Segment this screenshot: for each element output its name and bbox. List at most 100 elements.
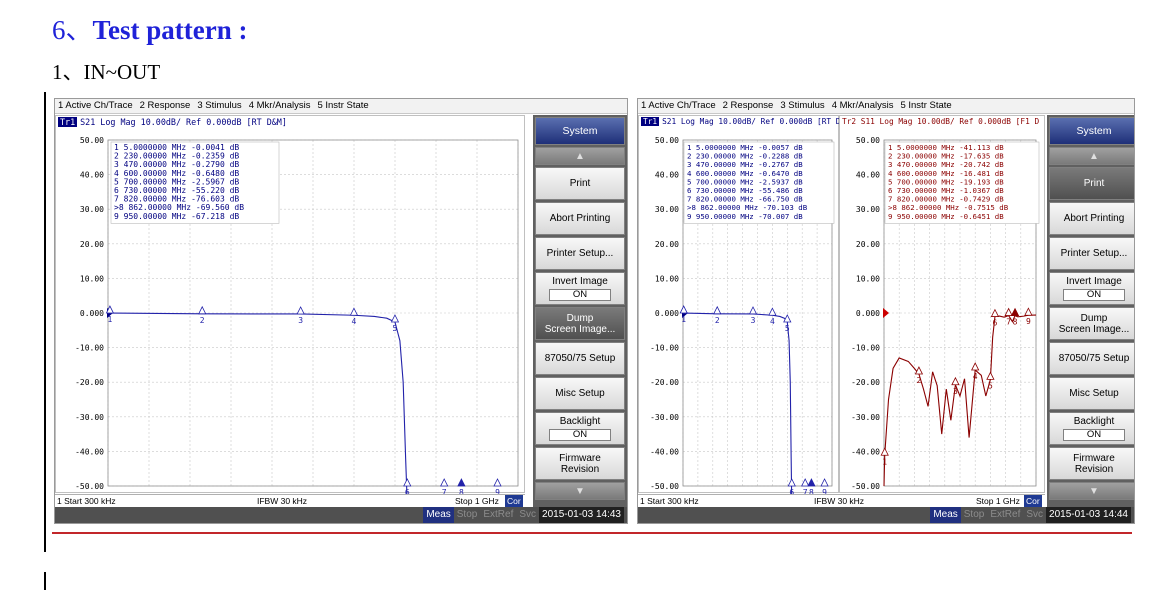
softkey-scroll-down[interactable]: ▼ (535, 482, 625, 500)
dump-label-2: Screen Image... (1058, 323, 1130, 335)
down-arrow-icon: ▼ (1089, 485, 1099, 497)
marker-label-5: 5 (785, 324, 790, 333)
y-tick-label: -50.00 (75, 482, 104, 491)
y-tick-label: 0.000 (856, 309, 880, 318)
s21-chart-left: 50.00 40.00 30.00 20.00 10.00 0.000 -10.00 -20.… (75, 136, 519, 494)
menu-mkr-analysis[interactable]: 4 Mkr/Analysis (249, 100, 311, 111)
firmware-label-1: Firmware (559, 452, 601, 464)
marker-7 (1004, 307, 1013, 316)
softkey-87050-setup[interactable]: 87050/75 Setup (1049, 342, 1134, 375)
extref-indicator: ExtRef (483, 509, 514, 520)
status-bar: 1 Start 300 kHz IFBW 30 kHz Stop 1 GHz C… (55, 494, 525, 507)
marker-7 (801, 478, 810, 487)
marker-3 (951, 376, 960, 386)
dump-label-1: Dump (566, 312, 594, 324)
start-freq[interactable]: 1 Start 300 kHz (640, 495, 699, 507)
y-tick-label: 50.00 (80, 136, 104, 145)
ifbw[interactable]: IFBW 30 kHz (814, 495, 864, 507)
marker-4 (971, 362, 980, 371)
softkey-scroll-up[interactable]: ▲ (1049, 147, 1134, 165)
svc-indicator: Svc (519, 509, 537, 520)
y-tick-label: 50.00 (655, 136, 679, 145)
menu-mkr-analysis[interactable]: 4 Mkr/Analysis (832, 100, 894, 111)
stop-freq[interactable]: Stop 1 GHz (455, 495, 499, 507)
y-tick-label: -30.00 (851, 413, 880, 422)
softkey-abort-printing[interactable]: Abort Printing (535, 202, 625, 235)
softkey-backlight[interactable]: Backlight ON (535, 412, 625, 445)
stop-freq[interactable]: Stop 1 GHz (976, 495, 1020, 507)
softkey-dump-screen[interactable]: Dump Screen Image... (535, 307, 625, 340)
softkey-misc-setup[interactable]: Misc Setup (1049, 377, 1134, 410)
softkey-panel: System ▲ Print Abort Printing Printer Se… (1047, 115, 1134, 507)
marker-9 (1024, 307, 1033, 316)
y-tick-label: -40.00 (75, 447, 104, 456)
invert-image-value: ON (549, 289, 611, 301)
marker-label-4: 4 (770, 317, 775, 326)
y-tick-label: -10.00 (650, 344, 679, 353)
softkey-invert-image[interactable]: Invert Image ON (535, 272, 625, 305)
softkey-87050-setup[interactable]: 87050/75 Setup (535, 342, 625, 375)
start-freq[interactable]: 1 Start 300 kHz (57, 495, 116, 507)
softkey-printer-setup[interactable]: Printer Setup... (1049, 237, 1134, 270)
subsection-heading: 1、IN~OUT (52, 60, 161, 84)
menu-response[interactable]: 2 Response (723, 100, 774, 111)
marker-label-2: 2 (715, 316, 720, 325)
y-tick-label: 30.00 (655, 205, 679, 214)
backlight-value: ON (1063, 429, 1125, 441)
menu-instr-state[interactable]: 5 Instr State (900, 100, 951, 111)
meas-indicator: Meas (423, 507, 454, 523)
left-margin-rule-lower (44, 572, 46, 590)
softkey-invert-image[interactable]: Invert Image ON (1049, 272, 1134, 305)
s11-chart-right: 50.00 40.00 30.00 20.00 10.00 0.000 -10.00 -20.… (851, 136, 1040, 491)
marker-5 (390, 314, 400, 323)
menu-response[interactable]: 2 Response (140, 100, 191, 111)
softkey-dump-screen[interactable]: Dump Screen Image... (1049, 307, 1134, 340)
softkey-scroll-down[interactable]: ▼ (1049, 482, 1134, 500)
y-tick-label: 40.00 (80, 171, 104, 180)
marker-label-3: 3 (953, 387, 958, 396)
dump-label-2: Screen Image... (544, 323, 616, 335)
backlight-label: Backlight (1073, 416, 1115, 427)
section-heading: 6、Test pattern : (52, 8, 248, 47)
marker-4 (768, 307, 777, 316)
vna-screen-left: 1 Active Ch/Trace 2 Response 3 Stimulus 4 M… (54, 98, 628, 524)
marker-8 (807, 478, 816, 487)
marker-3 (748, 306, 758, 315)
menu-active-ch-trace[interactable]: 1 Active Ch/Trace (58, 100, 133, 111)
softkey-backlight[interactable]: Backlight ON (1049, 412, 1134, 445)
softkey-firmware-revision[interactable]: Firmware Revision (535, 447, 625, 480)
y-tick-label: -20.00 (650, 378, 679, 387)
menu-stimulus[interactable]: 3 Stimulus (780, 100, 824, 111)
marker-8 (457, 478, 466, 487)
stop-indicator: Stop (963, 509, 985, 520)
section-title: Test pattern : (92, 15, 248, 45)
y-tick-label: 50.00 (856, 136, 880, 145)
softkey-firmware-revision[interactable]: Firmware Revision (1049, 447, 1134, 480)
plot-area-s21: Tr1 S21 Log Mag 10.00dB/ Ref 0.000dB [RT … (638, 115, 840, 494)
y-tick-label: 40.00 (655, 171, 679, 180)
menu-active-ch-trace[interactable]: 1 Active Ch/Trace (641, 100, 716, 111)
softkey-printer-setup[interactable]: Printer Setup... (535, 237, 625, 270)
backlight-value: ON (549, 429, 611, 441)
softkey-system[interactable]: System (535, 117, 625, 145)
softkey-abort-printing[interactable]: Abort Printing (1049, 202, 1134, 235)
y-tick-label: 0.000 (655, 309, 679, 318)
softkey-scroll-up[interactable]: ▲ (535, 147, 625, 165)
softkey-print[interactable]: Print (535, 167, 625, 200)
marker-label-3: 3 (298, 316, 303, 325)
invert-image-label: Invert Image (1066, 276, 1122, 287)
svc-indicator: Svc (1026, 509, 1044, 520)
y-tick-label: -50.00 (851, 482, 880, 491)
softkey-system[interactable]: System (1049, 117, 1134, 145)
menu-instr-state[interactable]: 5 Instr State (317, 100, 368, 111)
softkey-panel: System ▲ Print Abort Printing Printer Se… (533, 115, 627, 507)
y-tick-label: -40.00 (851, 447, 880, 456)
softkey-print[interactable]: Print (1049, 167, 1134, 200)
y-tick-label: -30.00 (75, 413, 104, 422)
section-number: 6、 (52, 15, 93, 45)
softkey-misc-setup[interactable]: Misc Setup (535, 377, 625, 410)
left-margin-rule (44, 92, 46, 552)
y-tick-label: 20.00 (856, 240, 880, 249)
ifbw[interactable]: IFBW 30 kHz (257, 495, 307, 507)
menu-stimulus[interactable]: 3 Stimulus (197, 100, 241, 111)
